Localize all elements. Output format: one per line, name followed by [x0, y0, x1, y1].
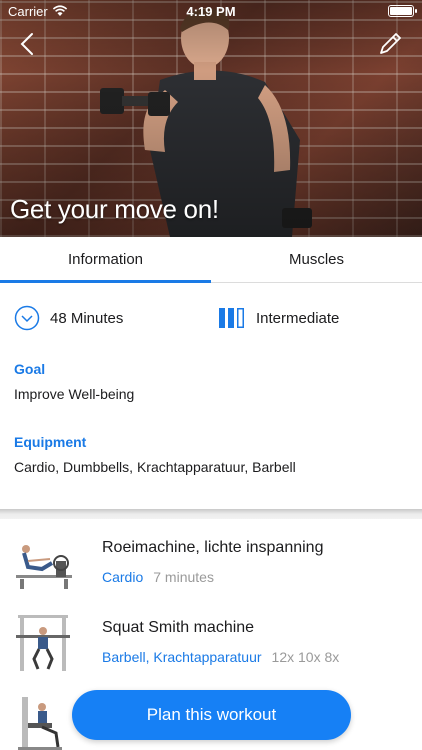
edit-button[interactable] — [376, 30, 404, 58]
difficulty-value: Intermediate — [256, 309, 340, 327]
battery-icon — [388, 5, 417, 17]
equipment-label: Equipment — [14, 434, 87, 450]
smith-machine-icon — [16, 615, 70, 671]
exercise-category: Cardio — [102, 569, 144, 585]
status-time: 4:19 PM — [186, 3, 236, 19]
back-button[interactable] — [14, 30, 42, 58]
difficulty-level: Intermediate — [218, 307, 339, 329]
exercise-item[interactable]: Squat Smith machine Barbell, Krachtappar… — [0, 603, 422, 683]
chevron-left-icon — [20, 33, 33, 55]
goal-value: Improve Well-being — [14, 386, 135, 402]
tab-muscles[interactable]: Muscles — [211, 237, 422, 282]
goal-label: Goal — [14, 361, 46, 377]
exercise-detail: 7 minutes — [153, 569, 214, 585]
duration-value: 48 Minutes — [50, 309, 124, 327]
tab-information[interactable]: Information — [0, 237, 211, 283]
information-panel: 48 Minutes Intermediate Goal Improve Wel… — [0, 283, 422, 509]
level-bars-icon — [219, 308, 244, 328]
rowing-machine-icon — [16, 545, 72, 589]
plan-workout-button[interactable]: Plan this workout — [72, 690, 351, 740]
exercise-item[interactable]: Roeimachine, lichte inspanning Cardio 7 … — [0, 523, 422, 603]
hero-title: Get your move on! — [10, 194, 219, 224]
exercise-category: Barbell, Krachtapparatuur — [102, 649, 262, 665]
pencil-icon — [380, 33, 401, 54]
duration: 48 Minutes — [14, 305, 123, 331]
chevron-down-circle-icon — [14, 305, 40, 331]
exercise-name: Squat Smith machine — [102, 619, 255, 636]
tab-bar: Information Muscles — [0, 237, 422, 283]
status-bar: Carrier 4:19 PM — [0, 0, 422, 22]
exercise-name: Roeimachine, lichte inspanning — [102, 539, 324, 556]
section-divider — [0, 509, 422, 519]
exercise-detail: 12x 10x 8x — [271, 649, 340, 665]
equipment-value: Cardio, Dumbbells, Krachtapparatuur, Bar… — [14, 459, 296, 475]
leg-machine-icon — [18, 697, 62, 750]
